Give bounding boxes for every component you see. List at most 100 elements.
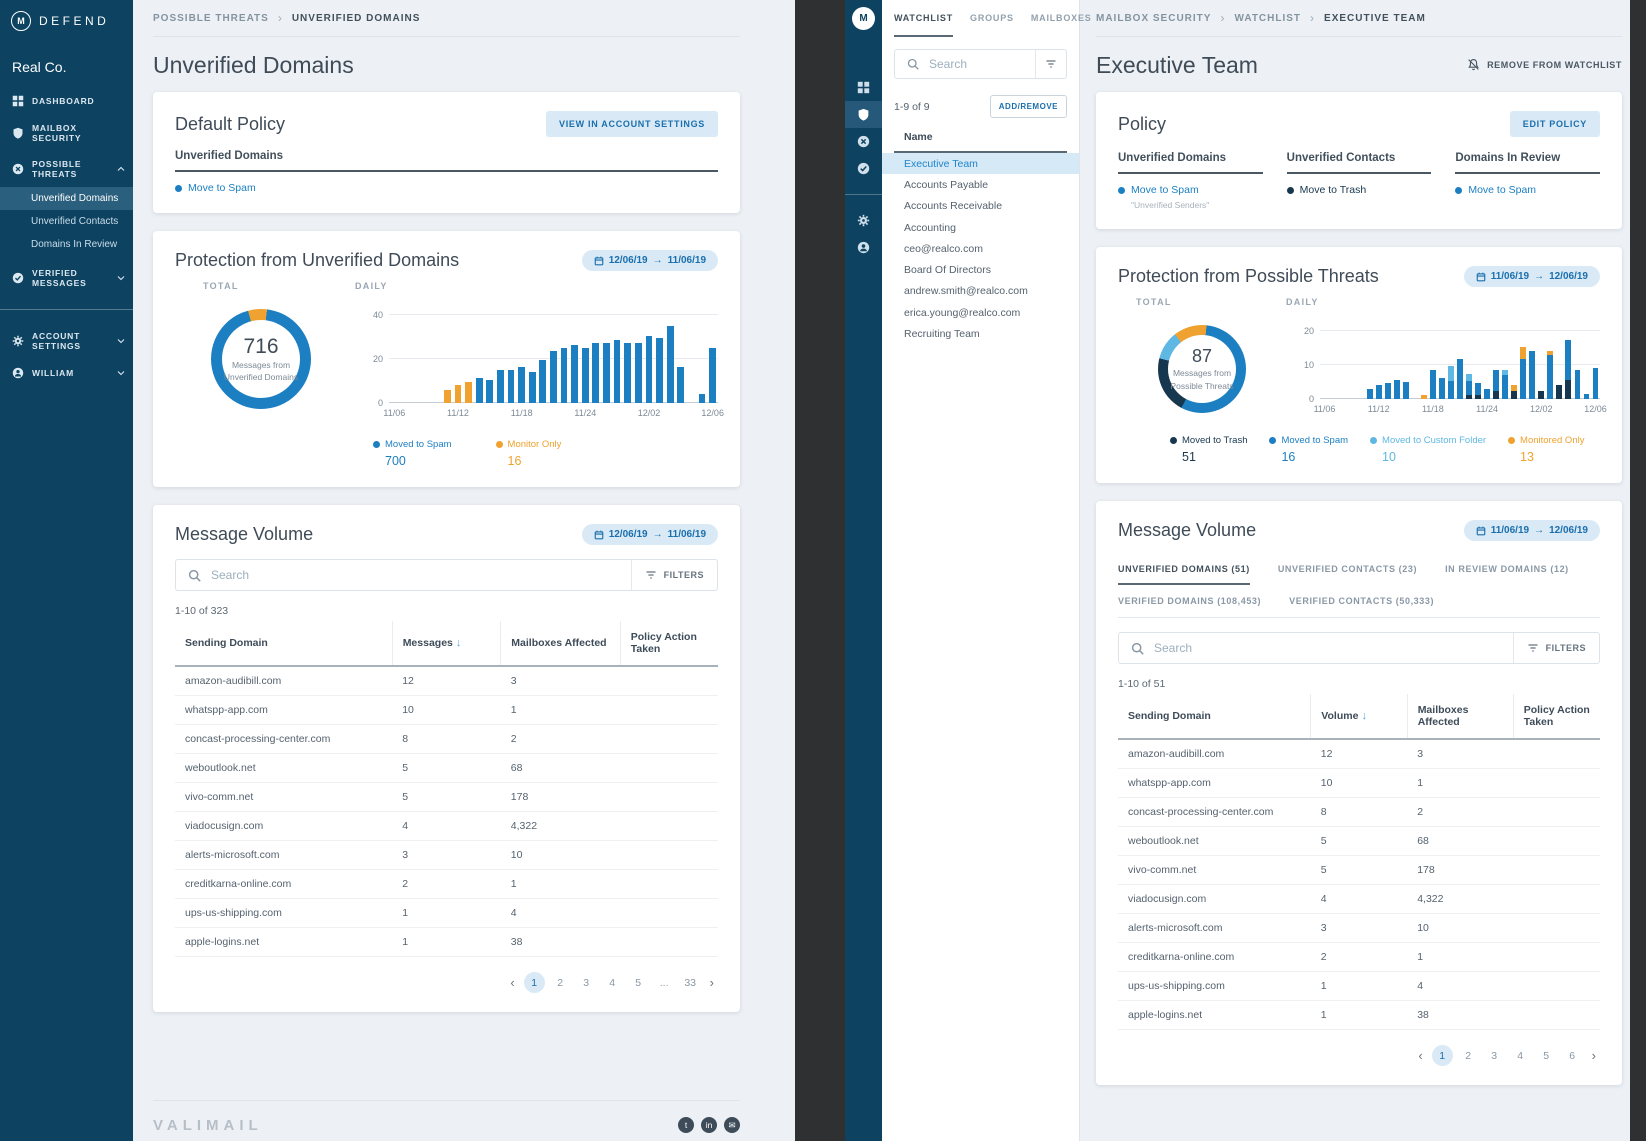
- list-item[interactable]: andrew.smith@realco.com: [882, 281, 1079, 302]
- sidebar-item-verified-messages[interactable]: VERIFIED MESSAGES: [0, 260, 133, 296]
- table-row[interactable]: ups-us-shipping.com14: [1118, 972, 1600, 1001]
- linkedin-icon[interactable]: in: [701, 1117, 717, 1133]
- sidebar-item-user-william[interactable]: WILLIAM: [0, 359, 133, 387]
- page-button[interactable]: 3: [576, 972, 597, 993]
- table-row[interactable]: alerts-microsoft.com310: [175, 841, 718, 870]
- page-button[interactable]: 5: [1536, 1045, 1557, 1066]
- date-range-picker[interactable]: 12/06/19 → 11/06/19: [582, 524, 718, 545]
- rail-possible-threats-button[interactable]: [845, 128, 882, 155]
- tab-unverified-contacts-23-[interactable]: UNVERIFIED CONTACTS (23): [1278, 553, 1417, 585]
- column-header[interactable]: Volume↓: [1311, 694, 1407, 739]
- edit-policy-button[interactable]: EDIT POLICY: [1510, 111, 1600, 137]
- policy-action[interactable]: Move to Spam: [175, 182, 718, 194]
- rail-verified-messages-button[interactable]: [845, 155, 882, 182]
- list-item[interactable]: ceo@realco.com: [882, 238, 1079, 259]
- page-button[interactable]: 1: [524, 972, 545, 993]
- tab-verified-contacts-50-333-[interactable]: VERIFIED CONTACTS (50,333): [1289, 585, 1434, 617]
- table-row[interactable]: weboutlook.net568: [175, 754, 718, 783]
- watchlist-search-input[interactable]: [929, 57, 1035, 71]
- name-column-header[interactable]: Name: [894, 131, 1067, 153]
- page-button[interactable]: 3: [1484, 1045, 1505, 1066]
- column-header[interactable]: Mailboxes Affected: [1407, 694, 1513, 739]
- tab-watchlist[interactable]: WATCHLIST: [894, 0, 953, 37]
- table-row[interactable]: vivo-comm.net5178: [1118, 856, 1600, 885]
- table-row[interactable]: viadocusign.com44,322: [1118, 885, 1600, 914]
- search-input[interactable]: [211, 568, 631, 582]
- table-row[interactable]: apple-logins.net138: [1118, 1001, 1600, 1030]
- filters-button[interactable]: FILTERS: [1513, 633, 1599, 663]
- page-button[interactable]: 2: [550, 972, 571, 993]
- sidebar-item-domains-in-review[interactable]: Domains In Review: [0, 233, 133, 256]
- sidebar-item-mailbox-security[interactable]: MAILBOX SECURITY: [0, 115, 133, 151]
- date-range-picker[interactable]: 11/06/19 → 12/06/19: [1464, 520, 1600, 541]
- page-button[interactable]: 33: [680, 972, 701, 993]
- breadcrumb-parent[interactable]: POSSIBLE THREATS: [153, 13, 269, 24]
- column-header[interactable]: Policy Action Taken: [620, 621, 718, 666]
- policy-action[interactable]: Move to Spam: [1455, 184, 1600, 196]
- page-button[interactable]: 4: [1510, 1045, 1531, 1066]
- next-page-button[interactable]: ›: [1588, 1048, 1600, 1063]
- previous-page-button[interactable]: ‹: [1414, 1048, 1426, 1063]
- table-row[interactable]: amazon-audibill.com123: [1118, 739, 1600, 769]
- filters-button[interactable]: FILTERS: [631, 560, 717, 590]
- table-row[interactable]: viadocusign.com44,322: [175, 812, 718, 841]
- column-header[interactable]: Sending Domain: [1118, 694, 1311, 739]
- table-row[interactable]: ups-us-shipping.com14: [175, 899, 718, 928]
- rail-user-button[interactable]: [845, 234, 882, 261]
- tab-groups[interactable]: GROUPS: [970, 0, 1014, 37]
- table-row[interactable]: concast-processing-center.com82: [175, 725, 718, 754]
- table-row[interactable]: whatspp-app.com101: [1118, 769, 1600, 798]
- list-item[interactable]: Accounts Receivable: [882, 196, 1079, 217]
- watchlist-filter-button[interactable]: [1035, 50, 1066, 78]
- valimail-logo-icon[interactable]: M: [852, 7, 875, 30]
- sidebar-item-unverified-domains[interactable]: Unverified Domains: [0, 187, 133, 210]
- table-row[interactable]: concast-processing-center.com82: [1118, 798, 1600, 827]
- previous-page-button[interactable]: ‹: [506, 975, 518, 990]
- policy-action[interactable]: Move to Spam: [1118, 184, 1263, 196]
- list-item[interactable]: Accounts Payable: [882, 174, 1079, 195]
- date-range-picker[interactable]: 12/06/19 → 11/06/19: [582, 250, 718, 271]
- list-item[interactable]: Recruiting Team: [882, 323, 1079, 344]
- list-item[interactable]: Executive Team: [882, 153, 1079, 174]
- app-logo[interactable]: M DEFEND: [0, 0, 133, 39]
- list-item[interactable]: Board Of Directors: [882, 259, 1079, 280]
- column-header[interactable]: Messages↓: [392, 621, 501, 666]
- rail-mailbox-security-button[interactable]: [845, 101, 882, 128]
- page-button[interactable]: 6: [1562, 1045, 1583, 1066]
- breadcrumb-parent[interactable]: WATCHLIST: [1234, 13, 1301, 24]
- next-page-button[interactable]: ›: [706, 975, 718, 990]
- table-row[interactable]: weboutlook.net568: [1118, 827, 1600, 856]
- twitter-icon[interactable]: t: [678, 1117, 694, 1133]
- table-row[interactable]: vivo-comm.net5178: [175, 783, 718, 812]
- table-row[interactable]: alerts-microsoft.com310: [1118, 914, 1600, 943]
- list-item[interactable]: Accounting: [882, 217, 1079, 238]
- add-remove-button[interactable]: ADD/REMOVE: [990, 95, 1067, 118]
- page-button[interactable]: 1: [1432, 1045, 1453, 1066]
- tab-unverified-domains-51-[interactable]: UNVERIFIED DOMAINS (51): [1118, 553, 1250, 585]
- table-row[interactable]: amazon-audibill.com123: [175, 666, 718, 696]
- date-range-picker[interactable]: 11/06/19 → 12/06/19: [1464, 266, 1600, 287]
- rail-settings-button[interactable]: [845, 207, 882, 234]
- email-icon[interactable]: ✉: [724, 1117, 740, 1133]
- column-header[interactable]: Policy Action Taken: [1513, 694, 1600, 739]
- policy-action[interactable]: Move to Trash: [1287, 184, 1432, 196]
- page-button[interactable]: 2: [1458, 1045, 1479, 1066]
- sidebar-item-unverified-contacts[interactable]: Unverified Contacts: [0, 210, 133, 233]
- rail-dashboard-button[interactable]: [845, 74, 882, 101]
- tab-verified-domains-108-453-[interactable]: VERIFIED DOMAINS (108,453): [1118, 585, 1261, 617]
- list-item[interactable]: erica.young@realco.com: [882, 302, 1079, 323]
- column-header[interactable]: Mailboxes Affected: [501, 621, 620, 666]
- remove-from-watchlist-button[interactable]: REMOVE FROM WATCHLIST: [1467, 58, 1622, 71]
- breadcrumb-root[interactable]: MAILBOX SECURITY: [1096, 13, 1211, 24]
- table-row[interactable]: creditkarna-online.com21: [175, 870, 718, 899]
- column-header[interactable]: Sending Domain: [175, 621, 392, 666]
- page-button[interactable]: 4: [602, 972, 623, 993]
- sidebar-item-dashboard[interactable]: DASHBOARD: [0, 87, 133, 115]
- table-row[interactable]: whatspp-app.com101: [175, 696, 718, 725]
- page-button[interactable]: 5: [628, 972, 649, 993]
- table-row[interactable]: apple-logins.net138: [175, 928, 718, 957]
- search-input[interactable]: [1154, 641, 1513, 655]
- table-row[interactable]: creditkarna-online.com21: [1118, 943, 1600, 972]
- sidebar-item-account-settings[interactable]: ACCOUNT SETTINGS: [0, 323, 133, 359]
- view-in-account-settings-button[interactable]: VIEW IN ACCOUNT SETTINGS: [546, 111, 718, 137]
